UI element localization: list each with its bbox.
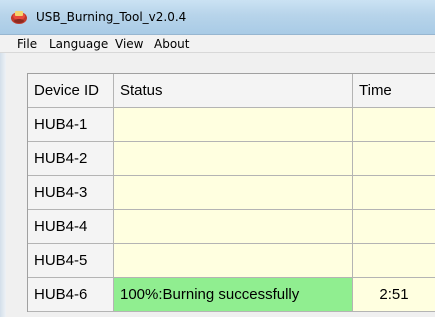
app-icon[interactable] [10,9,28,25]
device-id-cell: HUB4-5 [28,244,114,278]
device-id-cell: HUB4-4 [28,210,114,244]
table-row[interactable]: HUB4-6 100%:Burning successfully 2:51 [28,278,435,312]
column-header-device-id[interactable]: Device ID [28,74,114,108]
app-window: USB_Burning_Tool_v2.0.4 File Language Vi… [0,0,435,317]
table-row[interactable]: HUB4-1 [28,108,435,142]
device-id-cell: HUB4-6 [28,278,114,312]
table-row[interactable]: HUB4-3 [28,176,435,210]
device-id-cell: HUB4-1 [28,108,114,142]
device-id-cell: HUB4-3 [28,176,114,210]
table-row[interactable]: HUB4-2 [28,142,435,176]
column-header-time[interactable]: Time [353,74,435,108]
time-cell [353,176,435,210]
title-bar[interactable]: USB_Burning_Tool_v2.0.4 [0,0,435,35]
menu-file[interactable]: File [17,37,37,51]
status-cell [114,108,353,142]
time-cell [353,244,435,278]
table-header-row: Device ID Status Time [28,74,435,108]
time-cell [353,210,435,244]
device-table[interactable]: Device ID Status Time HUB4-1 HUB4-2 HUB4… [27,73,435,312]
column-header-status[interactable]: Status [114,74,353,108]
menu-view[interactable]: View [115,37,143,51]
status-cell [114,176,353,210]
table-row[interactable]: HUB4-4 [28,210,435,244]
time-cell: 2:51 [353,278,435,312]
device-id-cell: HUB4-2 [28,142,114,176]
table-row[interactable]: HUB4-5 [28,244,435,278]
menu-language[interactable]: Language [49,37,108,51]
status-cell [114,142,353,176]
menu-bar: File Language View About [0,35,435,53]
client-area: Device ID Status Time HUB4-1 HUB4-2 HUB4… [0,53,435,317]
status-cell [114,244,353,278]
time-cell [353,142,435,176]
status-cell [114,210,353,244]
window-frame-edge [0,53,6,317]
menu-about[interactable]: About [154,37,189,51]
window-title: USB_Burning_Tool_v2.0.4 [36,10,187,24]
status-cell-success: 100%:Burning successfully [114,278,353,312]
time-cell [353,108,435,142]
